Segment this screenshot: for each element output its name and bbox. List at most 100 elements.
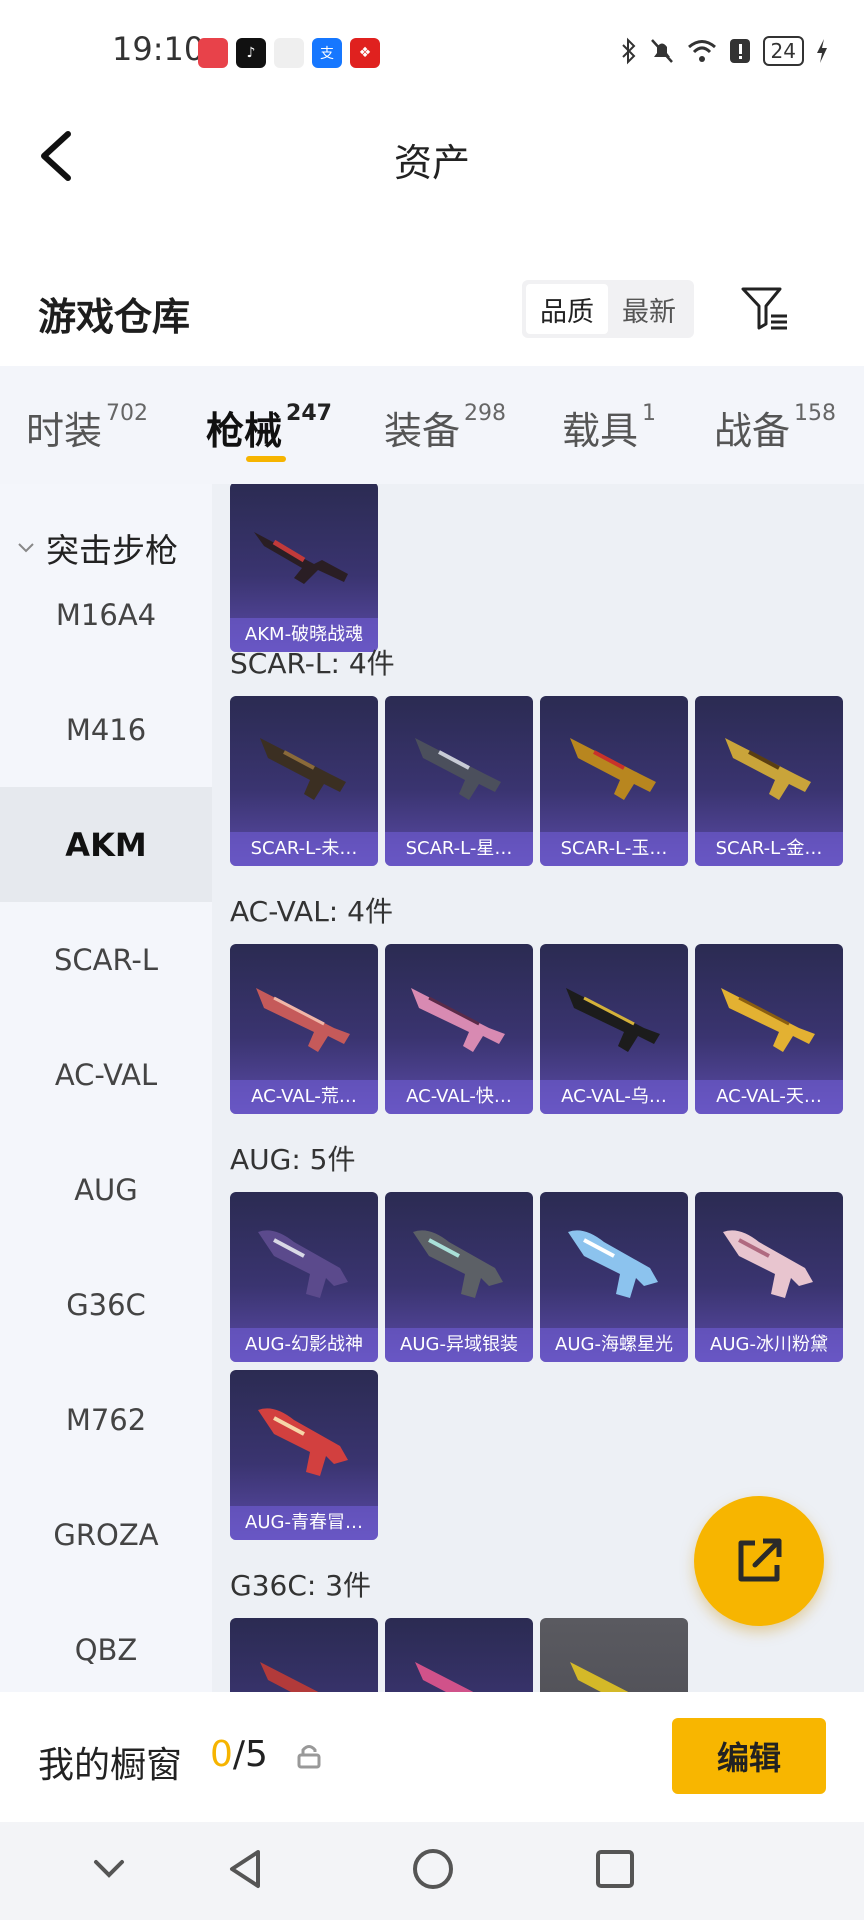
red-app-icon: ❖ — [350, 38, 380, 68]
weapon-card[interactable]: SCAR-L-玉… — [540, 696, 688, 866]
rifle-image — [413, 1230, 503, 1298]
weapon-card[interactable] — [230, 1618, 378, 1692]
rifle-image — [411, 988, 505, 1052]
share-button[interactable] — [694, 1496, 824, 1626]
huawei-app-icon — [198, 38, 228, 68]
sidebar-item-aug[interactable]: AUG — [0, 1132, 212, 1247]
category-tabs: 时装 702 枪械 247 装备 298 载具 1 战备 158 — [0, 366, 864, 484]
group-label-aug: AUG: 5件 — [230, 1143, 356, 1176]
weapon-card[interactable]: AC-VAL-乌… — [540, 944, 688, 1114]
sidebar-item-g36c[interactable]: G36C — [0, 1247, 212, 1362]
weapon-card[interactable] — [540, 1618, 688, 1692]
weapon-card[interactable]: AUG-异域银装 — [385, 1192, 533, 1362]
repository-title: 游戏仓库 — [38, 295, 191, 339]
gift-box-icon — [274, 38, 304, 68]
weapon-card-label: AUG-冰川粉黛 — [695, 1328, 843, 1362]
chevron-down-icon[interactable] — [84, 1844, 134, 1894]
rifle-image — [415, 738, 501, 800]
weapon-card-label: AUG-海螺星光 — [540, 1328, 688, 1362]
showcase-count: 0/5 — [210, 1734, 268, 1775]
sidebar-item-m416[interactable]: M416 — [0, 672, 212, 787]
sidebar-item-m762[interactable]: M762 — [0, 1362, 212, 1477]
weapon-card[interactable]: AC-VAL-天… — [695, 944, 843, 1114]
weapon-card[interactable]: AC-VAL-快… — [385, 944, 533, 1114]
weapon-card-label: AC-VAL-乌… — [540, 1080, 688, 1114]
sidebar-item-m16a4[interactable]: M16A4 — [0, 557, 212, 672]
weapon-card[interactable]: AUG-海螺星光 — [540, 1192, 688, 1362]
rifle-image — [258, 1230, 348, 1298]
sidebar-item-groza[interactable]: GROZA — [0, 1477, 212, 1592]
alert-icon — [729, 39, 750, 63]
weapon-card-label: AC-VAL-天… — [695, 1080, 843, 1114]
charging-icon — [817, 39, 827, 63]
sidebar-item-akm[interactable]: AKM — [0, 787, 212, 902]
tab-vehicles[interactable]: 载具 1 — [562, 400, 656, 455]
filter-icon[interactable] — [740, 284, 790, 334]
nav-back-icon[interactable] — [222, 1844, 272, 1894]
mute-bell-icon — [650, 39, 673, 63]
rifle-image — [256, 988, 350, 1052]
weapon-card[interactable]: AUG-青春冒… — [230, 1370, 378, 1540]
weapon-card-label: AC-VAL-快… — [385, 1080, 533, 1114]
chevron-down-icon — [18, 543, 34, 553]
lock-icon — [297, 1745, 321, 1769]
rifle-image — [723, 1230, 813, 1298]
status-bar: 19:10 ♪ 支 ❖ 24 — [0, 0, 864, 104]
weapon-card[interactable]: AKM-破晓战魂 — [230, 484, 378, 652]
sort-newest-button[interactable]: 最新 — [608, 284, 690, 334]
rifle-image — [566, 988, 660, 1052]
weapon-card-label: SCAR-L-金… — [695, 832, 843, 866]
group-label-g36c: G36C: 3件 — [230, 1569, 372, 1602]
weapon-card[interactable]: SCAR-L-星… — [385, 696, 533, 866]
weapon-card[interactable]: SCAR-L-金… — [695, 696, 843, 866]
tab-equipment[interactable]: 装备 298 — [384, 400, 506, 455]
system-icons: 24 — [621, 36, 828, 66]
bluetooth-icon — [621, 37, 635, 65]
weapon-card-label: SCAR-L-玉… — [540, 832, 688, 866]
weapon-card-label: SCAR-L-未… — [230, 832, 378, 866]
sidebar-item-qbz[interactable]: QBZ — [0, 1592, 212, 1692]
sidebar-item-scar-l[interactable]: SCAR-L — [0, 902, 212, 1017]
weapon-card-label: SCAR-L-星… — [385, 832, 533, 866]
weapon-card[interactable]: SCAR-L-未… — [230, 696, 378, 866]
rifle-image — [568, 1230, 658, 1298]
alipay-icon: 支 — [312, 38, 342, 68]
page-title: 资产 — [393, 141, 470, 185]
weapon-card-label: AC-VAL-荒… — [230, 1080, 378, 1114]
tab-fashion[interactable]: 时装 702 — [26, 400, 148, 455]
rifle-image — [725, 738, 811, 800]
notification-icons: ♪ 支 ❖ — [198, 38, 380, 68]
app-header: 资产 — [0, 104, 864, 204]
weapon-card[interactable]: AUG-幻影战神 — [230, 1192, 378, 1362]
showcase-label: 我的橱窗 — [38, 1745, 183, 1786]
weapon-card[interactable]: AC-VAL-荒… — [230, 944, 378, 1114]
rifle-image — [260, 738, 346, 800]
rifle-image — [721, 988, 815, 1052]
group-label-scar-l: SCAR-L: 4件 — [230, 647, 395, 680]
wifi-icon — [687, 40, 716, 62]
tab-firearms[interactable]: 枪械 247 — [206, 400, 332, 455]
sort-quality-button[interactable]: 品质 — [526, 284, 608, 334]
battery-icon: 24 — [762, 36, 804, 66]
showcase-bar: 我的橱窗 0/5 编辑 — [0, 1692, 864, 1822]
weapon-card[interactable] — [385, 1618, 533, 1692]
tab-gear[interactable]: 战备 158 — [714, 400, 836, 455]
rifle-image — [570, 738, 656, 800]
group-label-ac-val: AC-VAL: 4件 — [230, 895, 393, 928]
rifle-image — [570, 1662, 629, 1692]
weapon-card[interactable]: AUG-冰川粉黛 — [695, 1192, 843, 1362]
tiktok-icon: ♪ — [236, 38, 266, 68]
rifle-image — [260, 1662, 319, 1692]
sort-toggle: 品质 最新 — [522, 280, 694, 338]
edit-button[interactable]: 编辑 — [672, 1718, 826, 1794]
external-link-icon — [738, 1538, 782, 1582]
rifle-image — [254, 532, 348, 584]
sidebar-item-ac-val[interactable]: AC-VAL — [0, 1017, 212, 1132]
system-nav-bar — [0, 1822, 864, 1920]
nav-recents-icon[interactable] — [590, 1844, 640, 1894]
nav-home-icon[interactable] — [408, 1844, 458, 1894]
weapon-card-label: AUG-青春冒… — [230, 1506, 378, 1540]
weapon-sidebar: 突击步枪 M16A4 M416 AKM SCAR-L AC-VAL AUG G3… — [0, 484, 212, 1692]
status-time: 19:10 — [112, 30, 205, 68]
weapon-card-label: AUG-异域银装 — [385, 1328, 533, 1362]
